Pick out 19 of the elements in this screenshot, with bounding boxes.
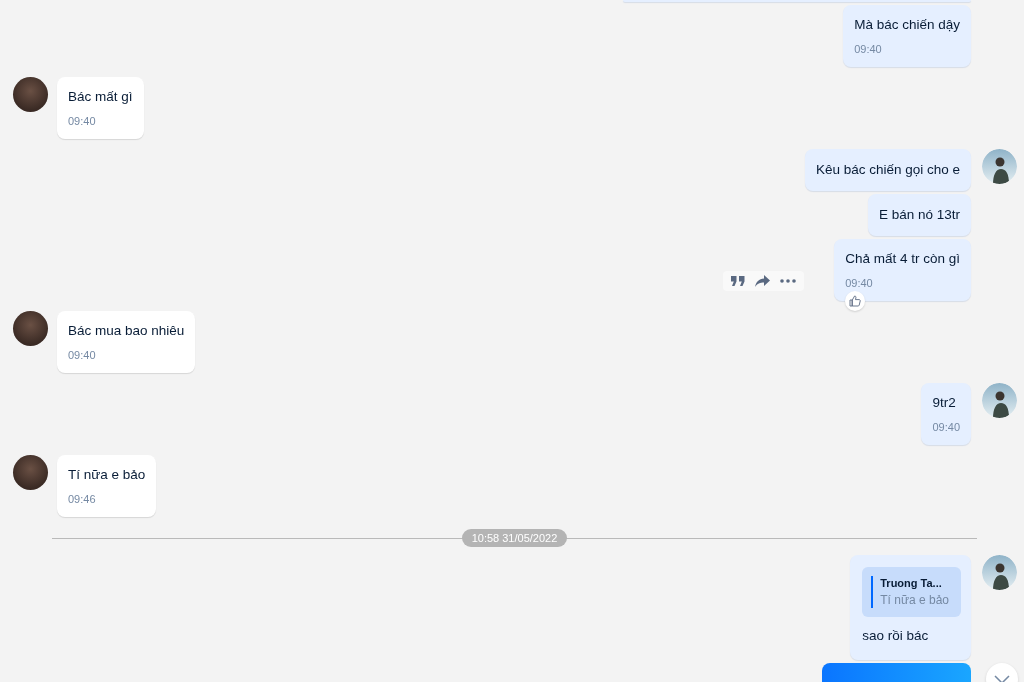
message-text: Mà bác chiến dậy (854, 16, 960, 34)
message-time: 09:40 (932, 420, 960, 435)
message-time: 09:40 (68, 114, 97, 129)
message-text: E bán nó 13tr (878, 206, 960, 224)
quote-author: Truong Ta... (880, 576, 943, 591)
message-time: 09:46 (68, 492, 97, 507)
quoted-message[interactable]: Truong Ta... Tí nữa e bảo (862, 567, 961, 617)
date-separator: 10:58 31/05/2022 (461, 529, 568, 547)
message-text: sao rồi bác (862, 627, 930, 645)
message-text: 9tr2 (932, 394, 957, 412)
quote-text: Tí nữa e bảo (880, 592, 949, 609)
message-text: Tí nữa e bảo (68, 466, 146, 484)
message-text: Bác mua bao nhiêu (68, 322, 185, 340)
message-time: 09:40 (68, 348, 97, 363)
message-time: 09:40 (854, 42, 883, 57)
message-text: Kêu bác chiến gọi cho e (815, 161, 960, 179)
message-text: Chả mất 4 tr còn gì (845, 250, 960, 268)
message-time: 09:40 (845, 276, 874, 291)
message-text: Bác mất gì (68, 88, 133, 106)
